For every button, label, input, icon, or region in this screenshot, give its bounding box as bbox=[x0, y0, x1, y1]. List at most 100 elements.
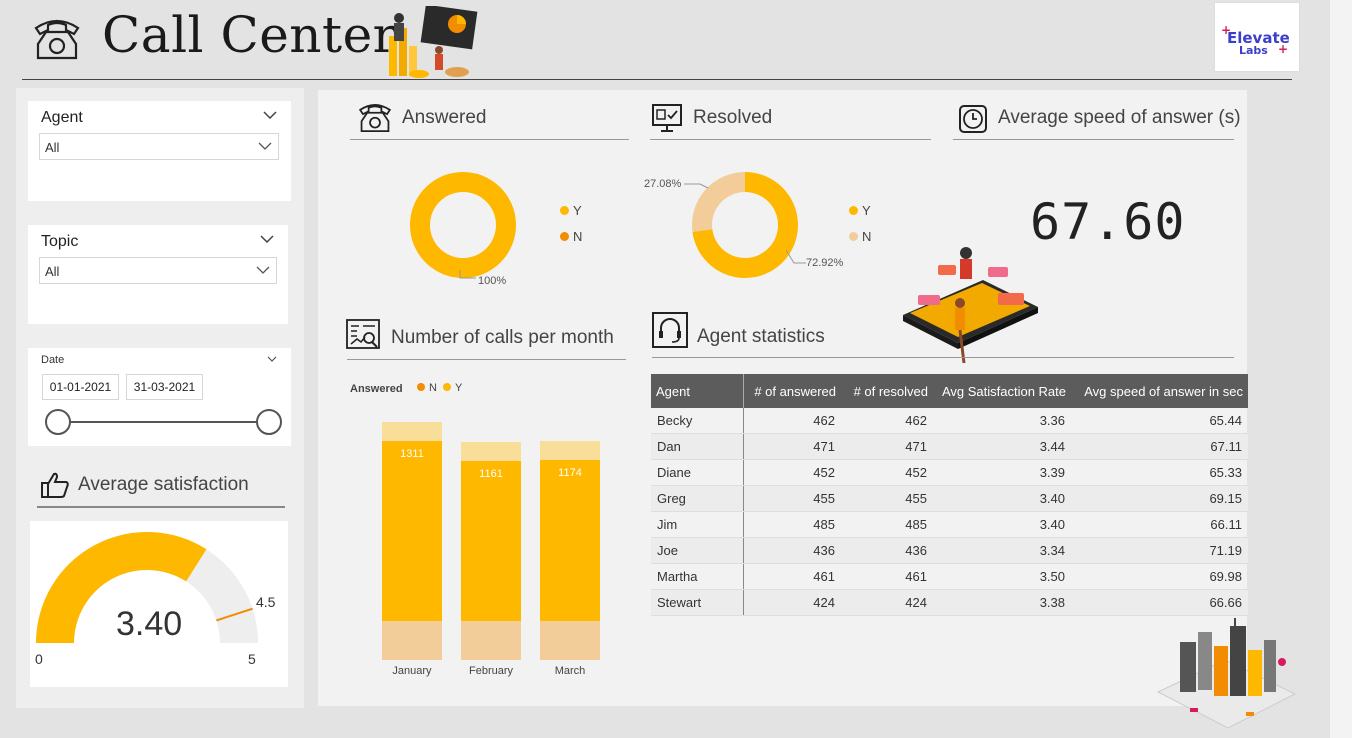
table-row[interactable]: Jim 485 485 3.40 66.11 bbox=[651, 511, 1248, 538]
table-row[interactable]: Joe 436 436 3.34 71.19 bbox=[651, 537, 1248, 564]
table-cell: 452 bbox=[841, 459, 933, 487]
table-cell: 65.44 bbox=[1071, 408, 1248, 435]
start-date-input[interactable]: 01-01-2021 bbox=[42, 374, 119, 400]
topic-slicer: Topic All bbox=[28, 225, 288, 324]
table-cell: 65.33 bbox=[1071, 459, 1248, 487]
agent-name-cell: Martha bbox=[651, 563, 744, 590]
legend-dot bbox=[849, 232, 858, 241]
table-cell: 436 bbox=[841, 537, 933, 564]
table-cell: 461 bbox=[841, 563, 933, 590]
divider bbox=[652, 357, 1234, 358]
table-cell: 452 bbox=[743, 459, 841, 487]
bar-segment[interactable] bbox=[382, 421, 442, 441]
column-header[interactable]: Avg speed of answer in sec bbox=[1071, 374, 1248, 408]
mobile-call-illustration bbox=[903, 247, 1038, 364]
chevron-down-icon[interactable] bbox=[263, 111, 277, 119]
column-header[interactable]: # of resolved bbox=[841, 374, 933, 408]
column-header[interactable]: Avg Satisfaction Rate bbox=[933, 374, 1071, 408]
leader-line bbox=[786, 250, 806, 264]
avg-speed-value: 67.60 bbox=[1030, 193, 1186, 251]
section-title: Average speed of answer (s) bbox=[998, 107, 1241, 128]
table-cell: 3.44 bbox=[933, 433, 1071, 461]
plus-icon: + bbox=[1278, 42, 1289, 56]
bar-answered-Y[interactable] bbox=[461, 461, 521, 621]
bar-answered-Y[interactable] bbox=[382, 440, 442, 621]
chevron-down-icon[interactable] bbox=[260, 235, 274, 243]
chevron-down-icon[interactable] bbox=[267, 356, 277, 362]
logo-text: Labs bbox=[1239, 44, 1268, 57]
date-slider-track[interactable] bbox=[58, 421, 270, 423]
telephone-icon bbox=[34, 19, 80, 60]
section-title: Resolved bbox=[693, 107, 773, 128]
section-title: Average satisfaction bbox=[78, 474, 249, 495]
gauge-value: 3.40 bbox=[116, 605, 183, 643]
bar-data-label: 1161 bbox=[479, 468, 503, 481]
table-cell: 67.11 bbox=[1071, 433, 1248, 461]
legend-item: N bbox=[849, 229, 871, 244]
bar-answered-Y[interactable] bbox=[540, 459, 600, 621]
agent-slicer: Agent All bbox=[28, 101, 291, 201]
chevron-down-icon bbox=[258, 142, 272, 150]
topic-dropdown[interactable]: All bbox=[39, 257, 277, 284]
bar-segment[interactable] bbox=[461, 442, 521, 462]
table-cell: 3.40 bbox=[933, 511, 1071, 538]
bar-segment[interactable] bbox=[461, 621, 521, 660]
column-header[interactable]: Agent bbox=[651, 374, 744, 408]
column-header[interactable]: # of answered bbox=[743, 374, 841, 408]
satisfaction-gauge: 3.40 0 5 4.5 bbox=[30, 521, 288, 687]
date-slicer: Date 01-01-2021 31-03-2021 bbox=[28, 348, 291, 446]
table-cell: 3.50 bbox=[933, 563, 1071, 590]
table-cell: 424 bbox=[841, 589, 933, 616]
table-cell: 455 bbox=[841, 485, 933, 513]
table-cell: 69.15 bbox=[1071, 485, 1248, 513]
chevron-down-icon bbox=[256, 266, 270, 274]
clock-icon bbox=[959, 105, 987, 133]
table-row[interactable]: Martha 461 461 3.50 69.98 bbox=[651, 563, 1248, 590]
gauge-min-label: 0 bbox=[35, 651, 43, 667]
table-cell: 424 bbox=[743, 589, 841, 616]
page-header: Call Center + Elevate Labs + bbox=[22, 0, 1300, 80]
presentation-illustration bbox=[389, 6, 478, 78]
table-cell: 461 bbox=[743, 563, 841, 590]
table-cell: 462 bbox=[743, 408, 841, 435]
table-cell: 3.34 bbox=[933, 537, 1071, 564]
agent-name-cell: Greg bbox=[651, 485, 744, 513]
bar-segment[interactable] bbox=[540, 440, 600, 460]
table-cell: 71.19 bbox=[1071, 537, 1248, 564]
agent-name-cell: Diane bbox=[651, 459, 744, 487]
city-illustration bbox=[1156, 618, 1297, 729]
table-cell: 3.36 bbox=[933, 408, 1071, 435]
table-cell: 455 bbox=[743, 485, 841, 513]
table-row[interactable]: Dan 471 471 3.44 67.11 bbox=[651, 433, 1248, 461]
agent-dropdown[interactable]: All bbox=[39, 133, 279, 160]
headset-icon bbox=[652, 312, 688, 348]
x-axis-tick-label: January bbox=[392, 665, 432, 677]
table-row[interactable]: Diane 452 452 3.39 65.33 bbox=[651, 459, 1248, 487]
table-cell: 471 bbox=[743, 433, 841, 461]
table-cell: 485 bbox=[743, 511, 841, 538]
bar-data-label: 1311 bbox=[400, 447, 424, 460]
agent-name-cell: Joe bbox=[651, 537, 744, 564]
gauge-max-label: 5 bbox=[248, 651, 256, 667]
table-cell: 462 bbox=[841, 408, 933, 435]
table-row[interactable]: Greg 455 455 3.40 69.15 bbox=[651, 485, 1248, 513]
table-cell: 3.40 bbox=[933, 485, 1071, 513]
agent-name-cell: Becky bbox=[651, 408, 744, 435]
dropdown-value: All bbox=[45, 264, 60, 279]
agent-statistics-table: Agent # of answered # of resolved Avg Sa… bbox=[651, 374, 1248, 616]
table-cell: 3.39 bbox=[933, 459, 1071, 487]
bar-segment[interactable] bbox=[540, 621, 600, 660]
table-cell: 471 bbox=[841, 433, 933, 461]
elevate-labs-logo: + Elevate Labs + bbox=[1214, 2, 1300, 72]
date-slider-end-handle[interactable] bbox=[256, 409, 282, 435]
end-date-input[interactable]: 31-03-2021 bbox=[126, 374, 203, 400]
table-row[interactable]: Becky 462 462 3.36 65.44 bbox=[651, 408, 1248, 435]
donut-data-label: 27.08% bbox=[644, 178, 682, 190]
table-cell: 69.98 bbox=[1071, 563, 1248, 590]
bar-segment[interactable] bbox=[382, 621, 442, 660]
section-title: Agent statistics bbox=[697, 326, 825, 347]
calls-bar-chart: 1311 January 1161 February 1174 March bbox=[318, 90, 638, 706]
donut-data-label: 72.92% bbox=[806, 257, 844, 269]
slicer-title: Topic bbox=[41, 233, 79, 250]
date-slider-start-handle[interactable] bbox=[45, 409, 71, 435]
